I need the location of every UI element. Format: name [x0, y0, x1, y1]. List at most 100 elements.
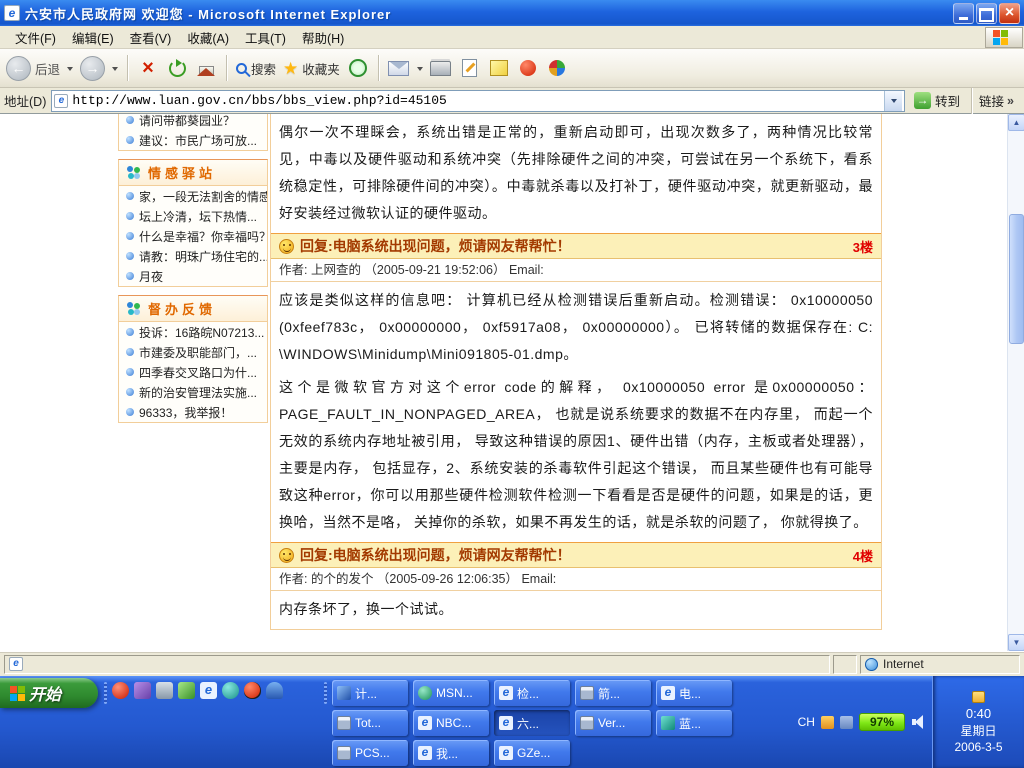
- favorites-button[interactable]: 收藏夹: [283, 59, 340, 78]
- menu-help[interactable]: 帮助(H): [295, 26, 351, 49]
- sidebar-link[interactable]: 投诉：16路皖N07213...: [119, 322, 267, 342]
- taskbar-button[interactable]: 我...: [413, 740, 489, 766]
- taskbar-button-active[interactable]: 六...: [494, 710, 570, 736]
- minimize-button[interactable]: [953, 3, 974, 24]
- back-button[interactable]: 后退: [6, 56, 60, 81]
- sidebar-link[interactable]: 月夜: [119, 266, 267, 286]
- search-button[interactable]: 搜索: [236, 59, 276, 78]
- edit-button[interactable]: [459, 57, 481, 79]
- sidebar-link-label: 市建委及职能部门，...: [139, 344, 257, 361]
- maximize-button[interactable]: [976, 3, 997, 24]
- volume-icon[interactable]: [911, 715, 926, 729]
- address-dropdown[interactable]: [884, 91, 902, 111]
- page-icon: [54, 94, 68, 108]
- messenger-contact-icon[interactable]: [266, 682, 283, 699]
- taskbar-button-label: 六...: [517, 715, 539, 732]
- system-tray: CH 97%: [798, 709, 926, 735]
- menu-view[interactable]: 查看(V): [123, 26, 179, 49]
- messenger-button[interactable]: [546, 57, 568, 79]
- close-button[interactable]: [999, 3, 1020, 24]
- start-button[interactable]: 开始: [0, 678, 98, 708]
- mail-button[interactable]: [388, 57, 410, 79]
- menu-file[interactable]: 文件(F): [8, 26, 63, 49]
- reply-floor-badge: 4楼: [853, 546, 873, 565]
- taskbar-button[interactable]: 电...: [656, 680, 732, 706]
- sidebar-link[interactable]: 家，一段无法割舍的情感: [119, 186, 267, 206]
- qq-button[interactable]: [517, 57, 539, 79]
- taskbar-button[interactable]: PCS...: [332, 740, 408, 766]
- sidebar-link[interactable]: 市建委及职能部门，...: [119, 342, 267, 362]
- discuss-button[interactable]: [488, 57, 510, 79]
- ie-window-icon: [4, 5, 20, 21]
- mediaplayer-icon[interactable]: [178, 682, 195, 699]
- taskbar-button[interactable]: 计...: [332, 680, 408, 706]
- menu-edit[interactable]: 编辑(E): [65, 26, 121, 49]
- taskbar-button[interactable]: Tot...: [332, 710, 408, 736]
- sidebar-link[interactable]: 请教：明珠广场住宅的...: [119, 246, 267, 266]
- battery-indicator[interactable]: 97%: [859, 713, 905, 731]
- vertical-scrollbar[interactable]: [1007, 114, 1024, 651]
- msn-ball-icon[interactable]: [222, 682, 239, 699]
- forward-dropdown-arrow[interactable]: [112, 67, 118, 74]
- address-separator: [971, 88, 972, 114]
- sidebar-link[interactable]: 请问带都葵园业？: [119, 114, 267, 130]
- sidebar-link[interactable]: 坛上冷清，坛下热情...: [119, 206, 267, 226]
- links-button[interactable]: 链接: [979, 91, 1020, 110]
- forward-button[interactable]: [80, 56, 105, 81]
- menu-tools[interactable]: 工具(T): [238, 26, 293, 49]
- scroll-down-button[interactable]: [1008, 634, 1024, 651]
- qq-penguin-icon[interactable]: [244, 682, 261, 699]
- tray-app-icon[interactable]: [821, 716, 834, 729]
- taskbar-button[interactable]: GZe...: [494, 740, 570, 766]
- search-icon: [236, 63, 247, 74]
- sidebar-link[interactable]: 四季春交叉路口为什...: [119, 362, 267, 382]
- taskbar-button[interactable]: Ver...: [575, 710, 651, 736]
- sidebar-link[interactable]: 什么是幸福？你幸福吗？: [119, 226, 267, 246]
- status-bar: Internet: [0, 651, 1024, 676]
- taskbar-handle[interactable]: [324, 682, 327, 704]
- taskbar-button[interactable]: MSN...: [413, 680, 489, 706]
- links-label: 链接: [979, 91, 1004, 110]
- sidebar-link[interactable]: 建议：市民广场可放...: [119, 130, 267, 150]
- search-label: 搜索: [251, 59, 276, 78]
- address-input[interactable]: http://www.luan.gov.cn/bbs/bbs_view.php?…: [51, 90, 905, 112]
- back-dropdown-arrow[interactable]: [67, 67, 73, 74]
- taskbar-buttons: 计... MSN... 检... 箭... 电... Tot... NBC...…: [332, 680, 732, 766]
- scrollbar-thumb[interactable]: [1009, 214, 1024, 344]
- ie-icon: [418, 746, 432, 760]
- language-indicator[interactable]: CH: [798, 715, 815, 729]
- favorites-star-icon: [283, 60, 298, 77]
- taskbar-button[interactable]: 箭...: [575, 680, 651, 706]
- clock-weekday: 星期日: [960, 722, 996, 739]
- print-button[interactable]: [430, 57, 452, 79]
- scroll-up-button[interactable]: [1008, 114, 1024, 131]
- app-icon: [337, 686, 351, 700]
- teal-app-icon: [661, 716, 675, 730]
- ie-icon[interactable]: [200, 682, 217, 699]
- history-button[interactable]: [347, 57, 369, 79]
- window-controls: [953, 3, 1020, 24]
- refresh-button[interactable]: [166, 57, 188, 79]
- clock-panel[interactable]: 0:40 星期日 2006-3-5: [932, 676, 1024, 768]
- taskbar-button-label: Tot...: [355, 716, 381, 730]
- menu-favorites[interactable]: 收藏(A): [180, 26, 236, 49]
- save-disk-icon[interactable]: [156, 682, 173, 699]
- sidebar-link[interactable]: 96333，我举报！: [119, 402, 267, 422]
- taskbar-handle[interactable]: [104, 682, 107, 704]
- purple-app-icon[interactable]: [134, 682, 151, 699]
- go-button[interactable]: 转到: [910, 90, 964, 111]
- home-button[interactable]: [195, 57, 217, 79]
- tray-app-icon[interactable]: [840, 716, 853, 729]
- mail-dropdown-arrow[interactable]: [417, 67, 423, 74]
- taskbar-button[interactable]: NBC...: [413, 710, 489, 736]
- reply-3-paragraph: 应该是类似这样的信息吧： 计算机已经从检测错误后重新启动。检测错误： 0x100…: [271, 282, 881, 374]
- stop-button[interactable]: [137, 57, 159, 79]
- standard-toolbar: 后退 搜索 收藏夹: [0, 49, 1024, 88]
- reply-3-header: 回复:电脑系统出现问题，烦请网友帮帮忙！ 3楼: [271, 233, 881, 259]
- taskbar-button[interactable]: 蓝...: [656, 710, 732, 736]
- sidebar-link[interactable]: 新的治安管理法实施...: [119, 382, 267, 402]
- taskbar-button[interactable]: 检...: [494, 680, 570, 706]
- realplayer-icon[interactable]: [112, 682, 129, 699]
- window-title: 六安市人民政府网 欢迎您 - Microsoft Internet Explor…: [25, 4, 948, 23]
- status-pane-small: [833, 655, 857, 674]
